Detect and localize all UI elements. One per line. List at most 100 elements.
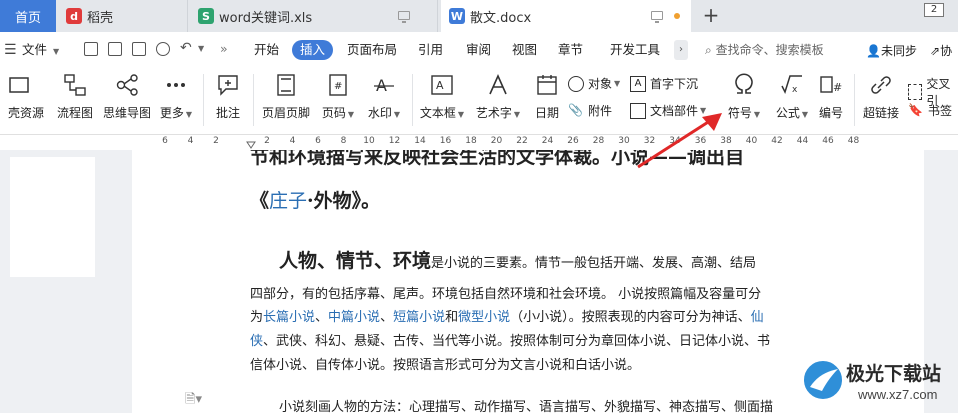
more-button[interactable]: 更多 ▼ [156,66,196,121]
doc-link-micro-novel[interactable]: 微型小说 [458,310,510,325]
window-count-label: 2 [930,4,938,15]
print-icon[interactable] [132,42,146,56]
doc-para-1-line-3: 为长篇小说、中篇小说、短篇小说和微型小说（小小说）。按照表现的内容可分为神话、仙 [250,306,764,325]
search-icon: ⌕ [705,43,712,57]
doc-link-medium-novel[interactable]: 中篇小说 [328,310,380,325]
ruler-number: 48 [847,136,860,146]
doc-text: 为 [250,310,264,325]
page-number-icon: # [329,74,347,96]
watermark-button[interactable]: A 水印 ▼ [362,66,406,121]
watermark-label: 水印 [367,106,392,120]
tab-home[interactable]: 首页 [0,0,56,32]
monitor-icon[interactable] [651,11,663,23]
tab-xls[interactable]: S word关键词.xls [190,0,438,32]
share-label: 协 [940,44,953,58]
dropcap-icon: A [630,75,646,92]
tab-doc-label: 散文.docx [470,10,532,26]
divider [412,74,413,126]
sync-status[interactable]: 👤未同步 [866,42,917,59]
menu-layout[interactable]: 页面布局 [347,40,397,60]
menu-file[interactable]: 文件 ▼ [22,40,59,60]
formula-button[interactable]: x 公式 ▼ [770,66,814,121]
ruler-number: 6 [162,136,168,146]
share-button[interactable]: ⇗协 [930,42,952,59]
monitor-icon[interactable] [398,11,410,23]
tab-daoke[interactable]: d 稻壳 [58,0,188,32]
wordart-label: 艺术字 [475,106,512,120]
dropcap-button[interactable]: A 首字下沉 [630,75,698,92]
ruler-number: 20 [490,136,503,146]
site-watermark: 极光下载站 www.xz7.com [796,355,956,411]
hyperlink-label: 超链接 [862,106,899,120]
hamburger-icon[interactable]: ☰ [4,42,17,58]
undo-icon[interactable]: ↶ [180,40,192,56]
formula-label: 公式 [775,106,800,120]
sync-label: 未同步 [880,44,917,58]
attachment-button[interactable]: 📎 附件 [568,102,612,119]
ruler-number: 40 [745,136,758,146]
undo-dropdown-icon[interactable]: ▼ [198,44,204,53]
wordart-button[interactable]: 艺术字 ▼ [472,66,524,121]
resource-button[interactable]: 壳资源 [0,66,46,121]
doc-line-2: 《庄子·外物》。 [250,186,380,213]
window-count-badge[interactable]: 2 [924,3,944,17]
preview-icon[interactable] [156,42,170,56]
hyperlink-button[interactable]: 超链接 [858,66,904,121]
menu-insert[interactable]: 插入 [292,40,334,60]
unsaved-dot-icon [674,13,680,19]
flowchart-button[interactable]: 流程图 [52,66,98,121]
page-thumbnail[interactable] [10,157,95,277]
menu-view[interactable]: 视图 [512,40,537,60]
header-footer-button[interactable]: 页眉页脚 [258,66,314,121]
menu-developer[interactable]: 开发工具 [610,40,660,60]
ruler-number: 14 [414,136,426,146]
mindmap-button[interactable]: 思维导图 [100,66,154,121]
ruler-number: 16 [439,136,452,146]
wordart-icon [489,74,507,95]
date-button[interactable]: 日期 [528,66,566,121]
object-button[interactable]: 对象 ▼ [568,75,620,92]
link-icon [871,76,891,94]
doc-para-1-heading: 人物、情节、环境 [279,250,432,272]
header-footer-icon [277,74,295,96]
export-icon[interactable] [108,42,122,56]
search-placeholder: 查找命令、搜索模板 [715,43,824,57]
paragraph-tool-icon[interactable]: 🗎▾ [185,390,202,412]
doc-link-xianxia-cont[interactable]: 侠 [250,334,263,349]
doc-link-xianxia[interactable]: 仙 [751,310,764,325]
more-icon [167,83,185,87]
search-command-box[interactable]: ⌕ 查找命令、搜索模板 [705,41,824,58]
chevron-down-icon: ▼ [185,110,193,119]
textbox-button[interactable]: A 文本框 ▼ [416,66,468,121]
omega-icon [735,73,753,94]
numbering-button[interactable]: # 编号 [814,66,848,121]
doc-link-long-novel[interactable]: 长篇小说 [263,310,315,325]
menu-chapter[interactable]: 章节 [558,40,583,60]
more-quick-icon[interactable]: » [220,41,228,56]
horizontal-ruler[interactable]: 6 4 2 2 4 6 8 10 12 14 16 18 20 22 24 26 28 30 32 34 36 38 40 4… [0,134,958,150]
symbol-label: 符号 [727,106,752,120]
ruler-number: 46 [822,136,834,146]
doc-line-2a: 《 [250,190,270,212]
doc-para-1-line-4: 侠、武侠、科幻、悬疑、古传、当代等小说。按照体制可分为章回体小说、日记体小说、书 [250,330,770,349]
menu-review[interactable]: 审阅 [466,40,491,60]
bookmark-button[interactable]: 🔖 书签 [908,102,952,119]
save-icon[interactable] [84,42,98,56]
page-number-button[interactable]: # 页码 ▼ [316,66,360,121]
chevron-down-icon: ▼ [513,110,521,119]
menu-scroll-right-icon[interactable]: › [674,40,688,60]
tab-doc-active[interactable]: W 散文.docx [441,0,691,32]
ruler-number: 2 [264,136,270,146]
chevron-down-icon: ▼ [614,79,621,88]
calendar-icon [537,75,557,95]
doc-text: 、武侠、科幻、悬疑、古传、当代等小说。按照体制可分为章回体小说、日记体小说、书 [263,334,771,349]
numbering-icon: # [820,76,842,94]
menu-start[interactable]: 开始 [254,40,279,60]
add-tab-button[interactable]: + [700,3,722,27]
doc-link-short-novel[interactable]: 短篇小说 [393,310,445,325]
menu-reference[interactable]: 引用 [418,40,443,60]
comment-button[interactable]: 批注 [208,66,248,121]
doc-link-zhuangzi[interactable]: 庄子 [269,190,307,212]
doc-text: 、 [380,310,394,325]
page-number-label: 页码 [321,106,346,120]
